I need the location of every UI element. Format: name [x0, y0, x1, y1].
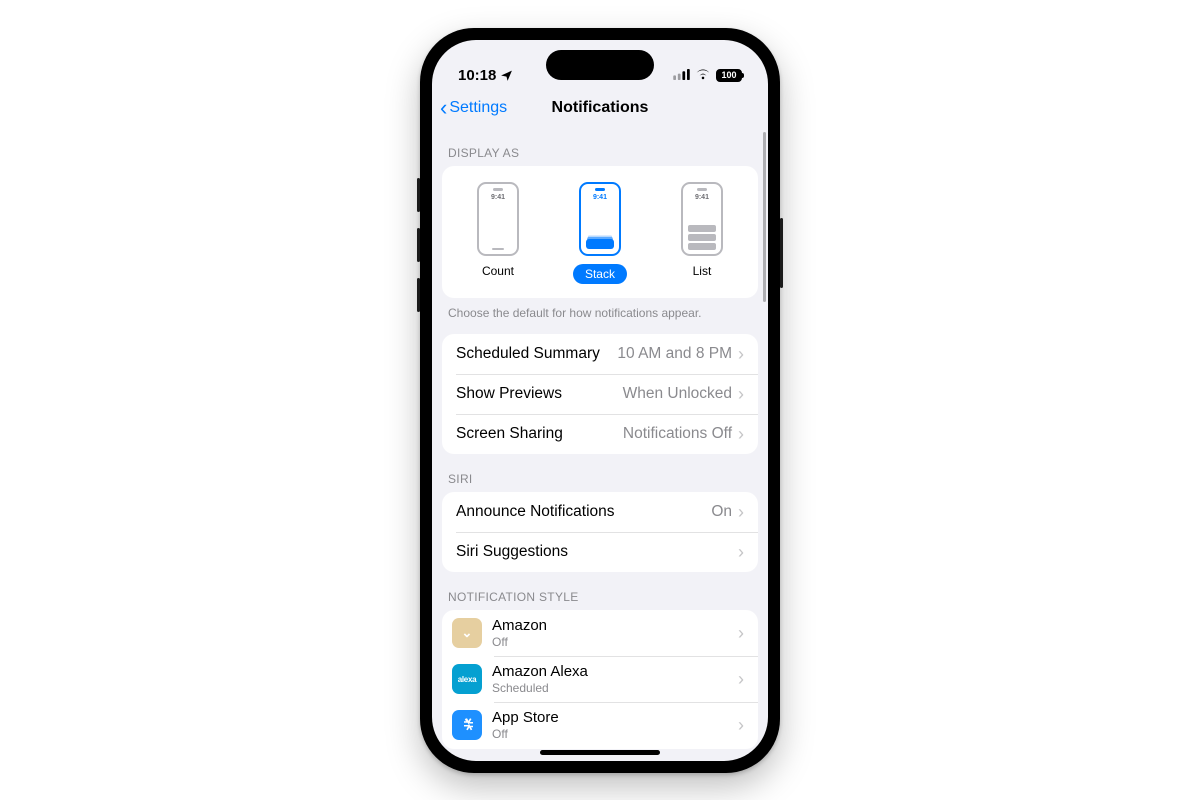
screen: 10:18 100 ‹ Settings Notifications [432, 40, 768, 761]
chevron-right-icon: › [738, 503, 744, 521]
chevron-right-icon: › [738, 385, 744, 403]
row-announce-notifications[interactable]: Announce Notifications On › [442, 492, 758, 532]
wifi-icon [695, 67, 711, 84]
section-header-display-as: DISPLAY AS [432, 128, 768, 166]
row-show-previews[interactable]: Show Previews When Unlocked › [442, 374, 758, 414]
battery-icon: 100 [716, 69, 742, 82]
chevron-right-icon: › [738, 345, 744, 363]
siri-card: Announce Notifications On › Siri Suggest… [442, 492, 758, 572]
row-scheduled-summary[interactable]: Scheduled Summary 10 AM and 8 PM › [442, 334, 758, 374]
settings-card: Scheduled Summary 10 AM and 8 PM › Show … [442, 334, 758, 454]
section-header-siri: SIRI [432, 454, 768, 492]
app-icon [452, 710, 482, 740]
section-header-style: NOTIFICATION STYLE [432, 572, 768, 610]
page-title: Notifications [552, 99, 649, 117]
display-option-list[interactable]: 9:41 List [681, 182, 723, 284]
chevron-right-icon: › [738, 670, 744, 688]
chevron-right-icon: › [738, 425, 744, 443]
status-time: 10:18 [458, 67, 496, 84]
chevron-right-icon: › [738, 716, 744, 734]
row-siri-suggestions[interactable]: Siri Suggestions › [442, 532, 758, 572]
chevron-right-icon: › [738, 543, 744, 561]
display-as-card: 9:41 Count 9:41 Stack 9: [442, 166, 758, 298]
app-icon: alexa [452, 664, 482, 694]
dynamic-island [546, 50, 654, 80]
chevron-left-icon: ‹ [440, 97, 447, 119]
chevron-right-icon: › [738, 624, 744, 642]
app-row-amazon[interactable]: ⌄ Amazon Off › [442, 610, 758, 656]
back-button[interactable]: ‹ Settings [440, 88, 507, 128]
display-as-footer: Choose the default for how notifications… [432, 298, 768, 320]
back-label: Settings [449, 99, 507, 117]
display-option-stack[interactable]: 9:41 Stack [573, 182, 627, 284]
cellular-icon [673, 67, 690, 84]
app-row-alexa[interactable]: alexa Amazon Alexa Scheduled › [442, 656, 758, 702]
content: DISPLAY AS 9:41 Count 9:41 [432, 128, 768, 761]
home-indicator[interactable] [540, 750, 660, 755]
display-option-label: Stack [573, 264, 627, 284]
app-icon: ⌄ [452, 618, 482, 648]
location-icon [500, 69, 513, 82]
notification-style-card: ⌄ Amazon Off › alexa Amazon Alexa Schedu… [442, 610, 758, 749]
row-screen-sharing[interactable]: Screen Sharing Notifications Off › [442, 414, 758, 454]
display-option-label: Count [482, 264, 514, 278]
app-row-appstore[interactable]: App Store Off › [442, 702, 758, 748]
display-option-label: List [693, 264, 712, 278]
phone-frame: 10:18 100 ‹ Settings Notifications [420, 28, 780, 773]
display-option-count[interactable]: 9:41 Count [477, 182, 519, 284]
nav-bar: ‹ Settings Notifications [432, 88, 768, 128]
